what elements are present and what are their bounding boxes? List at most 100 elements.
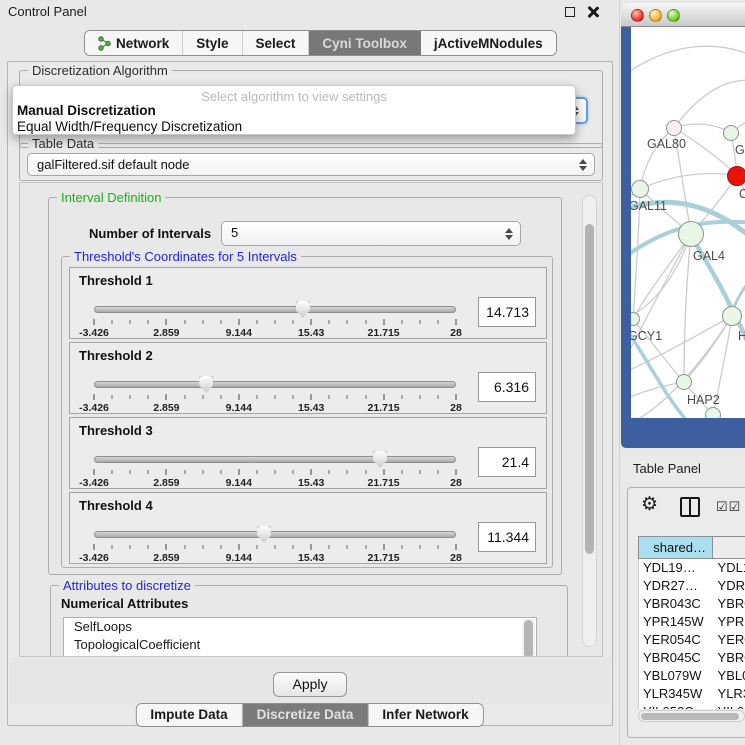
tick-mark [256, 320, 257, 324]
tick-mark [365, 320, 366, 324]
table-row[interactable]: YBR045CYBR0 [639, 649, 745, 667]
tick-mark [419, 395, 420, 399]
network-node-h[interactable] [722, 306, 742, 326]
tick-mark [401, 470, 402, 474]
network-window-titlebar[interactable] [621, 3, 745, 27]
tab-discretize-data[interactable]: Discretize Data [243, 704, 369, 726]
threshold-label: Threshold 4 [79, 498, 153, 513]
close-panel-icon[interactable] [587, 6, 599, 18]
algorithm-option-equal-width-frequency-discretization[interactable]: Equal Width/Frequency Discretization [13, 118, 575, 134]
tick-mark [166, 544, 167, 550]
tick-mark [148, 320, 149, 324]
table-row[interactable]: YBR043CYBR0 [639, 595, 745, 613]
close-window-icon[interactable] [631, 9, 644, 22]
threshold-value-field[interactable]: 6.316 [478, 372, 536, 402]
tick-mark [112, 395, 113, 399]
slider-handle[interactable] [296, 301, 310, 318]
tick-label: -3.426 [79, 477, 109, 489]
table-cell: YDR27… [639, 577, 714, 595]
table-data-group-title: Table Data [28, 136, 98, 151]
tick-mark [275, 320, 276, 324]
network-node-c[interactable] [727, 166, 745, 186]
tab-network[interactable]: Network [85, 31, 183, 55]
table-panel-title: Table Panel [633, 461, 701, 476]
tick-label: 21.715 [368, 477, 400, 489]
column-header-na[interactable]: na [713, 536, 745, 559]
tab-cyni-toolbox[interactable]: Cyni Toolbox [309, 31, 421, 55]
threshold-slider-1: -3.4262.8599.14415.4321.71528 [94, 306, 456, 338]
columns-icon[interactable] [680, 497, 700, 517]
tab-style[interactable]: Style [183, 31, 242, 55]
list-scrollbar[interactable] [522, 619, 535, 657]
settings-scrollbar[interactable] [582, 195, 597, 647]
tab-jactivemnodules[interactable]: jActiveMNodules [421, 31, 556, 55]
slider-handle[interactable] [373, 451, 387, 468]
slider-handle[interactable] [199, 376, 213, 393]
network-node[interactable] [705, 407, 721, 418]
control-panel-title: Control Panel [8, 4, 87, 19]
tick-mark [220, 470, 221, 474]
threshold-value-field[interactable]: 14.713 [478, 297, 536, 327]
table-horizontal-scrollbar[interactable] [638, 710, 745, 722]
float-panel-icon[interactable] [565, 7, 575, 17]
tab-infer-network[interactable]: Infer Network [368, 704, 482, 726]
bottom-tab-bar: Impute DataDiscretize DataInfer Network [135, 703, 483, 727]
gear-icon[interactable]: ⚙ [641, 493, 658, 516]
threshold-label: Threshold 3 [79, 423, 153, 438]
table-cell: YDL19… [639, 559, 714, 577]
attribute-item-selfloops[interactable]: SelfLoops [64, 618, 536, 636]
apply-button[interactable]: Apply [273, 672, 347, 697]
tick-mark [437, 395, 438, 399]
minimize-window-icon[interactable] [649, 9, 662, 22]
tick-mark [437, 470, 438, 474]
tab-impute-data[interactable]: Impute Data [136, 704, 242, 726]
table-row[interactable]: YDR27…YDR2 [639, 577, 745, 595]
slider-track[interactable] [94, 531, 456, 538]
network-node-gal4[interactable] [678, 221, 704, 247]
tick-mark [94, 544, 95, 550]
table-row[interactable]: YLR345WYLR3 [639, 685, 745, 703]
table-header-row: shared…na [638, 536, 745, 559]
tick-label: 9.144 [226, 402, 252, 414]
attribute-item-betweennesscentrality[interactable]: BetweennessCentrality [64, 653, 536, 657]
tick-mark [238, 394, 239, 400]
network-node-hap2[interactable] [676, 374, 692, 390]
zoom-window-icon[interactable] [667, 9, 680, 22]
threshold-panel-1: Threshold 1-3.4262.8599.14415.4321.71528… [69, 267, 547, 339]
settings-scrollbar-thumb[interactable] [585, 224, 594, 554]
tick-mark [94, 394, 95, 400]
number-of-intervals-combobox[interactable]: 5 [221, 221, 521, 246]
numerical-attributes-list[interactable]: SelfLoopsTopologicalCoefficientBetweenne… [63, 617, 537, 657]
tick-mark [166, 469, 167, 475]
tab-label: Network [116, 36, 169, 51]
tick-mark [347, 320, 348, 324]
network-canvas[interactable]: GAL80GCGAL11GAL4GCY1HHAP2 [631, 27, 745, 418]
table-scrollbar-thumb[interactable] [641, 713, 739, 720]
attribute-item-topologicalcoefficient[interactable]: TopologicalCoefficient [64, 636, 536, 654]
table-row[interactable]: YBL079WYBL0 [639, 667, 745, 685]
slider-handle[interactable] [257, 526, 271, 543]
table-row[interactable]: YIL052CYIL0 [639, 703, 745, 709]
table-row[interactable]: YPR145WYPR1 [639, 613, 745, 631]
table-data-combobox[interactable]: galFiltered.sif default node [27, 153, 595, 176]
column-header-shared[interactable]: shared… [638, 536, 713, 559]
network-node-gal80[interactable] [666, 120, 682, 136]
threshold-value-field[interactable]: 21.4 [478, 447, 536, 477]
slider-track[interactable] [94, 306, 456, 313]
tick-mark [293, 395, 294, 399]
combo-arrows-icon [579, 158, 588, 172]
tick-label: 21.715 [368, 402, 400, 414]
slider-track[interactable] [94, 456, 456, 463]
table-row[interactable]: YER054CYER0 [639, 631, 745, 649]
slider-track[interactable] [94, 381, 456, 388]
network-node-g[interactable] [723, 125, 739, 141]
network-node-gal11[interactable] [631, 180, 649, 198]
list-scrollbar-thumb[interactable] [524, 620, 533, 657]
threshold-value-field[interactable]: 11.344 [478, 522, 536, 552]
select-columns-checkboxes-icon[interactable]: ☑☑ [716, 499, 741, 515]
tick-label: 2.859 [153, 327, 179, 339]
table-row[interactable]: YDL19…YDL1 [639, 559, 745, 577]
tab-select[interactable]: Select [243, 31, 310, 55]
algorithm-option-manual-discretization[interactable]: Manual Discretization [13, 102, 575, 118]
tick-label: -3.426 [79, 402, 109, 414]
